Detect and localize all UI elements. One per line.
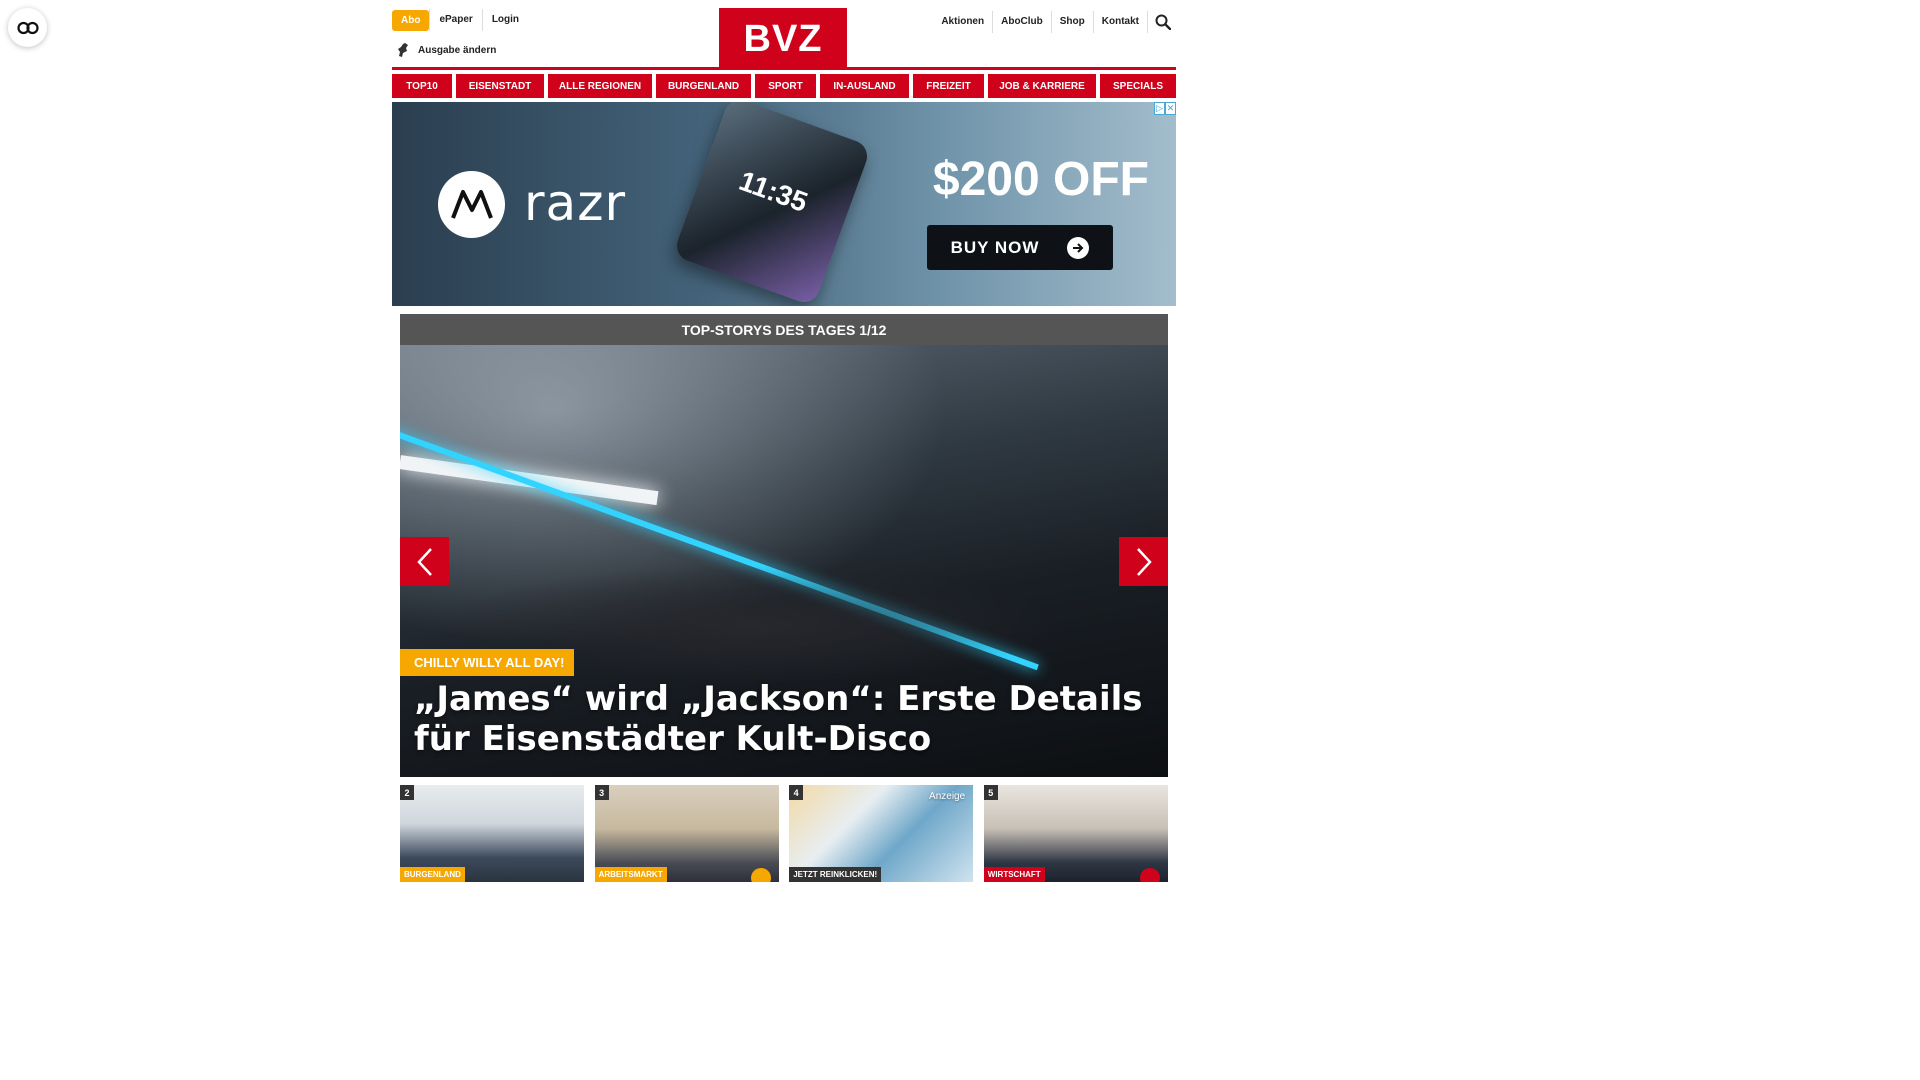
nav-item-job-karriere[interactable]: JOB & KARRIERE xyxy=(988,74,1096,98)
story-thumbnail[interactable]: 4 Anzeige JETZT REINKLICKEN! xyxy=(789,785,974,882)
ad-close-icon[interactable]: ✕ xyxy=(1165,102,1176,115)
aboclub-link[interactable]: AboClub xyxy=(993,11,1051,33)
buy-now-label: BUY NOW xyxy=(950,237,1040,257)
premium-badge-icon xyxy=(1139,868,1160,882)
chevron-right-icon xyxy=(1136,547,1152,576)
hero-story-tag: CHILLY WILLY ALL DAY! xyxy=(400,649,574,676)
change-edition-link[interactable]: Ausgabe ändern xyxy=(396,42,496,58)
site-header: Abo ePaper Login Ausgabe ändern BVZ Akti… xyxy=(392,0,1176,70)
divider xyxy=(1147,11,1148,33)
premium-badge-icon xyxy=(750,868,771,882)
hero-story[interactable]: CHILLY WILLY ALL DAY! „James“ wird „Jack… xyxy=(400,345,1168,777)
ad-brand-name: razr xyxy=(524,174,626,232)
hero-story-title[interactable]: „James“ wird „Jackson“: Erste Details fü… xyxy=(414,679,1154,759)
phone-screen-time: 11:35 xyxy=(735,164,812,218)
thumbnail-number: 2 xyxy=(400,785,414,800)
arrow-right-icon xyxy=(1067,236,1090,259)
nav-item-alle-regionen[interactable]: ALLE REGIONEN xyxy=(548,74,652,98)
accessibility-button[interactable] xyxy=(8,8,47,47)
nav-item-specials[interactable]: SPECIALS xyxy=(1100,74,1176,98)
nav-item-in-ausland[interactable]: IN-AUSLAND xyxy=(820,74,909,98)
shop-link[interactable]: Shop xyxy=(1052,11,1093,33)
top-stories-header: TOP-STORYS DES TAGES 1/12 xyxy=(400,314,1168,345)
anzeige-label: Anzeige xyxy=(929,791,966,802)
buy-now-button[interactable]: BUY NOW xyxy=(927,225,1113,270)
ad-info-icon[interactable]: ▷ xyxy=(1154,102,1165,115)
bvz-logo[interactable]: BVZ xyxy=(719,8,847,70)
advertisement-banner[interactable]: ▷ ✕ razr 11:35 $200 OFF BUY NOW xyxy=(392,102,1176,306)
chevron-left-icon xyxy=(416,547,432,576)
thumbnail-number: 4 xyxy=(789,785,804,800)
abo-button[interactable]: Abo xyxy=(392,9,430,31)
motorola-logo xyxy=(438,171,505,238)
ad-headline: $200 OFF xyxy=(932,153,1149,206)
top-stories-carousel: TOP-STORYS DES TAGES 1/12 CHILLY WILLY A… xyxy=(400,314,1168,882)
page-container: Abo ePaper Login Ausgabe ändern BVZ Akti… xyxy=(392,0,1176,882)
story-thumbnail[interactable]: 3 ARBEITSMARKT xyxy=(594,785,779,882)
header-right: Aktionen AboClub Shop Kontakt xyxy=(933,9,1176,35)
thumbnail-number: 3 xyxy=(594,785,609,800)
nav-item-freizeit[interactable]: FREIZEIT xyxy=(913,74,984,98)
thumbnail-category: JETZT REINKLICKEN! xyxy=(789,867,882,882)
thumbnail-category: ARBEITSMARKT xyxy=(594,867,667,882)
carousel-prev-button[interactable] xyxy=(400,537,449,586)
epaper-link[interactable]: ePaper xyxy=(430,9,481,31)
nav-item-eisenstadt[interactable]: EISENSTADT xyxy=(456,74,544,98)
search-icon[interactable] xyxy=(1150,9,1176,35)
nav-item-top10[interactable]: TOP10 xyxy=(392,74,452,98)
phone-image: 11:35 xyxy=(672,102,872,306)
main-navigation: TOP10 EISENSTADT ALLE REGIONEN BURGENLAN… xyxy=(392,74,1176,98)
thumbnail-number: 5 xyxy=(983,785,998,800)
kontakt-link[interactable]: Kontakt xyxy=(1094,11,1147,33)
accessibility-icon xyxy=(16,21,39,34)
burgenland-map-icon xyxy=(398,43,408,57)
story-thumbnail[interactable]: 2 BURGENLAND xyxy=(400,785,584,882)
nav-item-sport[interactable]: SPORT xyxy=(755,74,816,98)
carousel-next-button[interactable] xyxy=(1119,537,1168,586)
thumbnail-category: BURGENLAND xyxy=(400,867,465,882)
change-edition-label: Ausgabe ändern xyxy=(418,44,497,56)
nav-item-burgenland[interactable]: BURGENLAND xyxy=(656,74,751,98)
login-link[interactable]: Login xyxy=(483,9,528,31)
thumbnail-category: WIRTSCHAFT xyxy=(983,867,1045,882)
story-thumbnails: 2 BURGENLAND 3 ARBEITSMARKT 4 Anzeige JE… xyxy=(400,785,1168,882)
header-left: Abo ePaper Login xyxy=(392,9,528,31)
story-thumbnail[interactable]: 5 WIRTSCHAFT xyxy=(983,785,1168,882)
ad-choices-badge[interactable]: ▷ ✕ xyxy=(1154,102,1176,115)
aktionen-link[interactable]: Aktionen xyxy=(933,11,992,33)
